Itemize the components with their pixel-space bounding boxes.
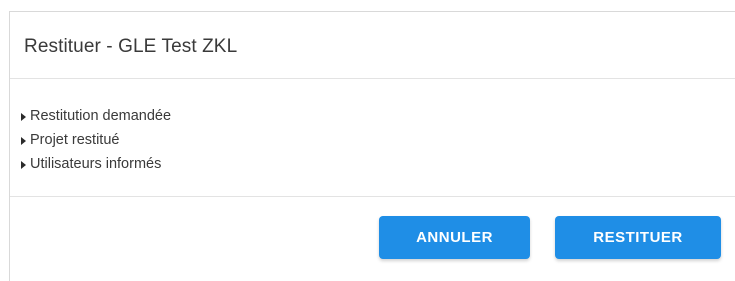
step-label: Utilisateurs informés: [30, 156, 162, 172]
cancel-button[interactable]: ANNULER: [379, 216, 530, 259]
restore-dialog: Restituer - GLE Test ZKL Restitution dem…: [9, 11, 735, 281]
dialog-title: Restituer - GLE Test ZKL: [24, 36, 238, 57]
dialog-body: Restitution demandée Projet restitué Uti…: [10, 79, 735, 197]
step-restitution-requested: Restitution demandée: [21, 104, 735, 128]
caret-right-icon: [21, 136, 26, 145]
dialog-header: Restituer - GLE Test ZKL: [10, 12, 735, 79]
restore-button[interactable]: RESTITUER: [555, 216, 721, 259]
step-label: Restitution demandée: [30, 108, 172, 124]
caret-right-icon: [21, 112, 26, 121]
step-label: Projet restitué: [30, 132, 120, 148]
caret-right-icon: [21, 160, 26, 169]
dialog-footer: ANNULER RESTITUER: [10, 197, 735, 277]
step-project-restored: Projet restitué: [21, 128, 735, 152]
step-users-informed: Utilisateurs informés: [21, 152, 735, 176]
